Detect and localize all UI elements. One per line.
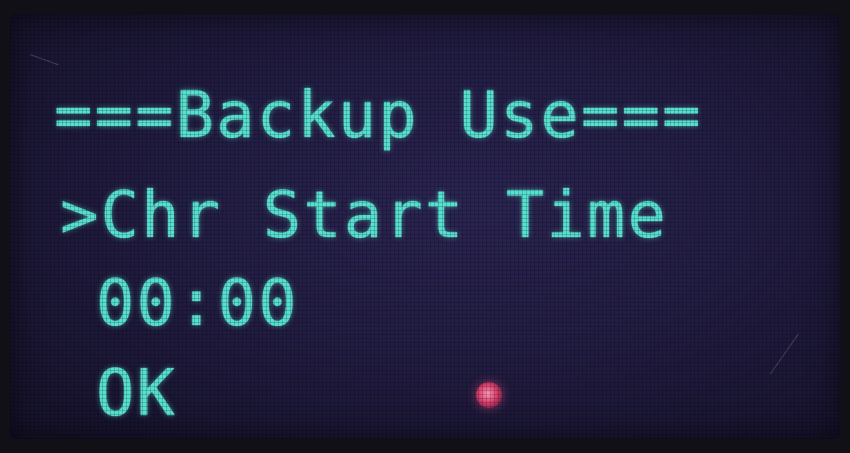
screen-glare [769, 333, 800, 375]
oled-screen: ===Backup Use=== >Chr Start Time 00:00 O… [10, 14, 840, 439]
screen-glare [29, 54, 59, 66]
time-value-field[interactable]: 00:00 [96, 264, 299, 344]
page-title: ===Backup Use=== [54, 79, 703, 153]
menu-item-chr-start-time[interactable]: >Chr Start Time [60, 176, 668, 256]
indicator-led-icon [476, 382, 502, 408]
ok-button[interactable]: OK [96, 354, 177, 434]
device-bezel: ===Backup Use=== >Chr Start Time 00:00 O… [0, 0, 850, 453]
